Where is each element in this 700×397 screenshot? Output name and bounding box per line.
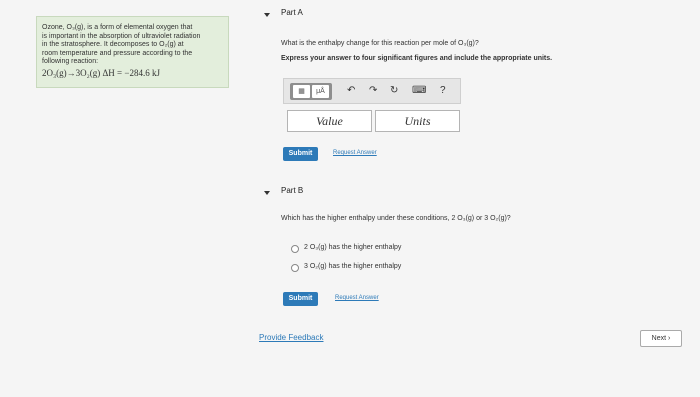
submit-button-a[interactable]: Submit [283, 147, 318, 161]
redo-icon[interactable]: ↷ [369, 85, 377, 97]
info-line: is important in the absorption of ultrav… [42, 32, 201, 40]
help-icon[interactable]: ? [440, 85, 446, 97]
provide-feedback-link[interactable]: Provide Feedback [259, 333, 323, 342]
next-button[interactable]: Next › [640, 330, 682, 347]
templates-icon[interactable]: ▦ [293, 85, 310, 98]
radio-option-2[interactable] [291, 264, 299, 272]
answer-toolbar: ▦ μÅ ↶ ↷ ↻ ⌨ ? [283, 78, 461, 104]
option-2-label[interactable]: 3 O₂(g) has the higher enthalpy [304, 263, 401, 270]
reaction-equation: 2O₃(g)→3O₂(g) ΔH = −284.6 kJ [42, 67, 160, 78]
part-b-title[interactable]: Part B [281, 186, 303, 195]
undo-icon[interactable]: ↶ [347, 85, 355, 97]
reset-icon[interactable]: ↻ [390, 85, 398, 97]
part-a-instruction: Express your answer to four significant … [281, 55, 553, 62]
part-a-question: What is the enthalpy change for this rea… [281, 40, 479, 47]
problem-info-box: Ozone, O₃(g), is a form of elemental oxy… [36, 16, 229, 88]
request-answer-b-link[interactable]: Request Answer [335, 295, 379, 301]
info-line: following reaction: [42, 58, 99, 65]
info-line: in the stratosphere. It decomposes to O₂… [42, 41, 184, 48]
mu-angstrom-button[interactable]: μÅ [312, 85, 329, 98]
info-line: room temperature and pressure according … [42, 49, 193, 57]
radio-option-1[interactable] [291, 245, 299, 253]
units-input[interactable]: Units [375, 110, 460, 132]
toolbar-group: ▦ μÅ [290, 83, 332, 100]
value-input[interactable]: Value [287, 110, 372, 132]
option-1-label[interactable]: 2 O₃(g) has the higher enthalpy [304, 244, 401, 251]
submit-button-b[interactable]: Submit [283, 292, 318, 306]
collapse-part-b-icon[interactable] [264, 191, 270, 195]
part-a-title[interactable]: Part A [281, 8, 303, 17]
collapse-part-a-icon[interactable] [264, 13, 270, 17]
info-line: Ozone, O₃(g), is a form of elemental oxy… [42, 24, 193, 31]
keyboard-icon[interactable]: ⌨ [412, 85, 426, 97]
part-b-question: Which has the higher enthalpy under thes… [281, 215, 511, 222]
request-answer-a-link[interactable]: Request Answer [333, 150, 377, 156]
